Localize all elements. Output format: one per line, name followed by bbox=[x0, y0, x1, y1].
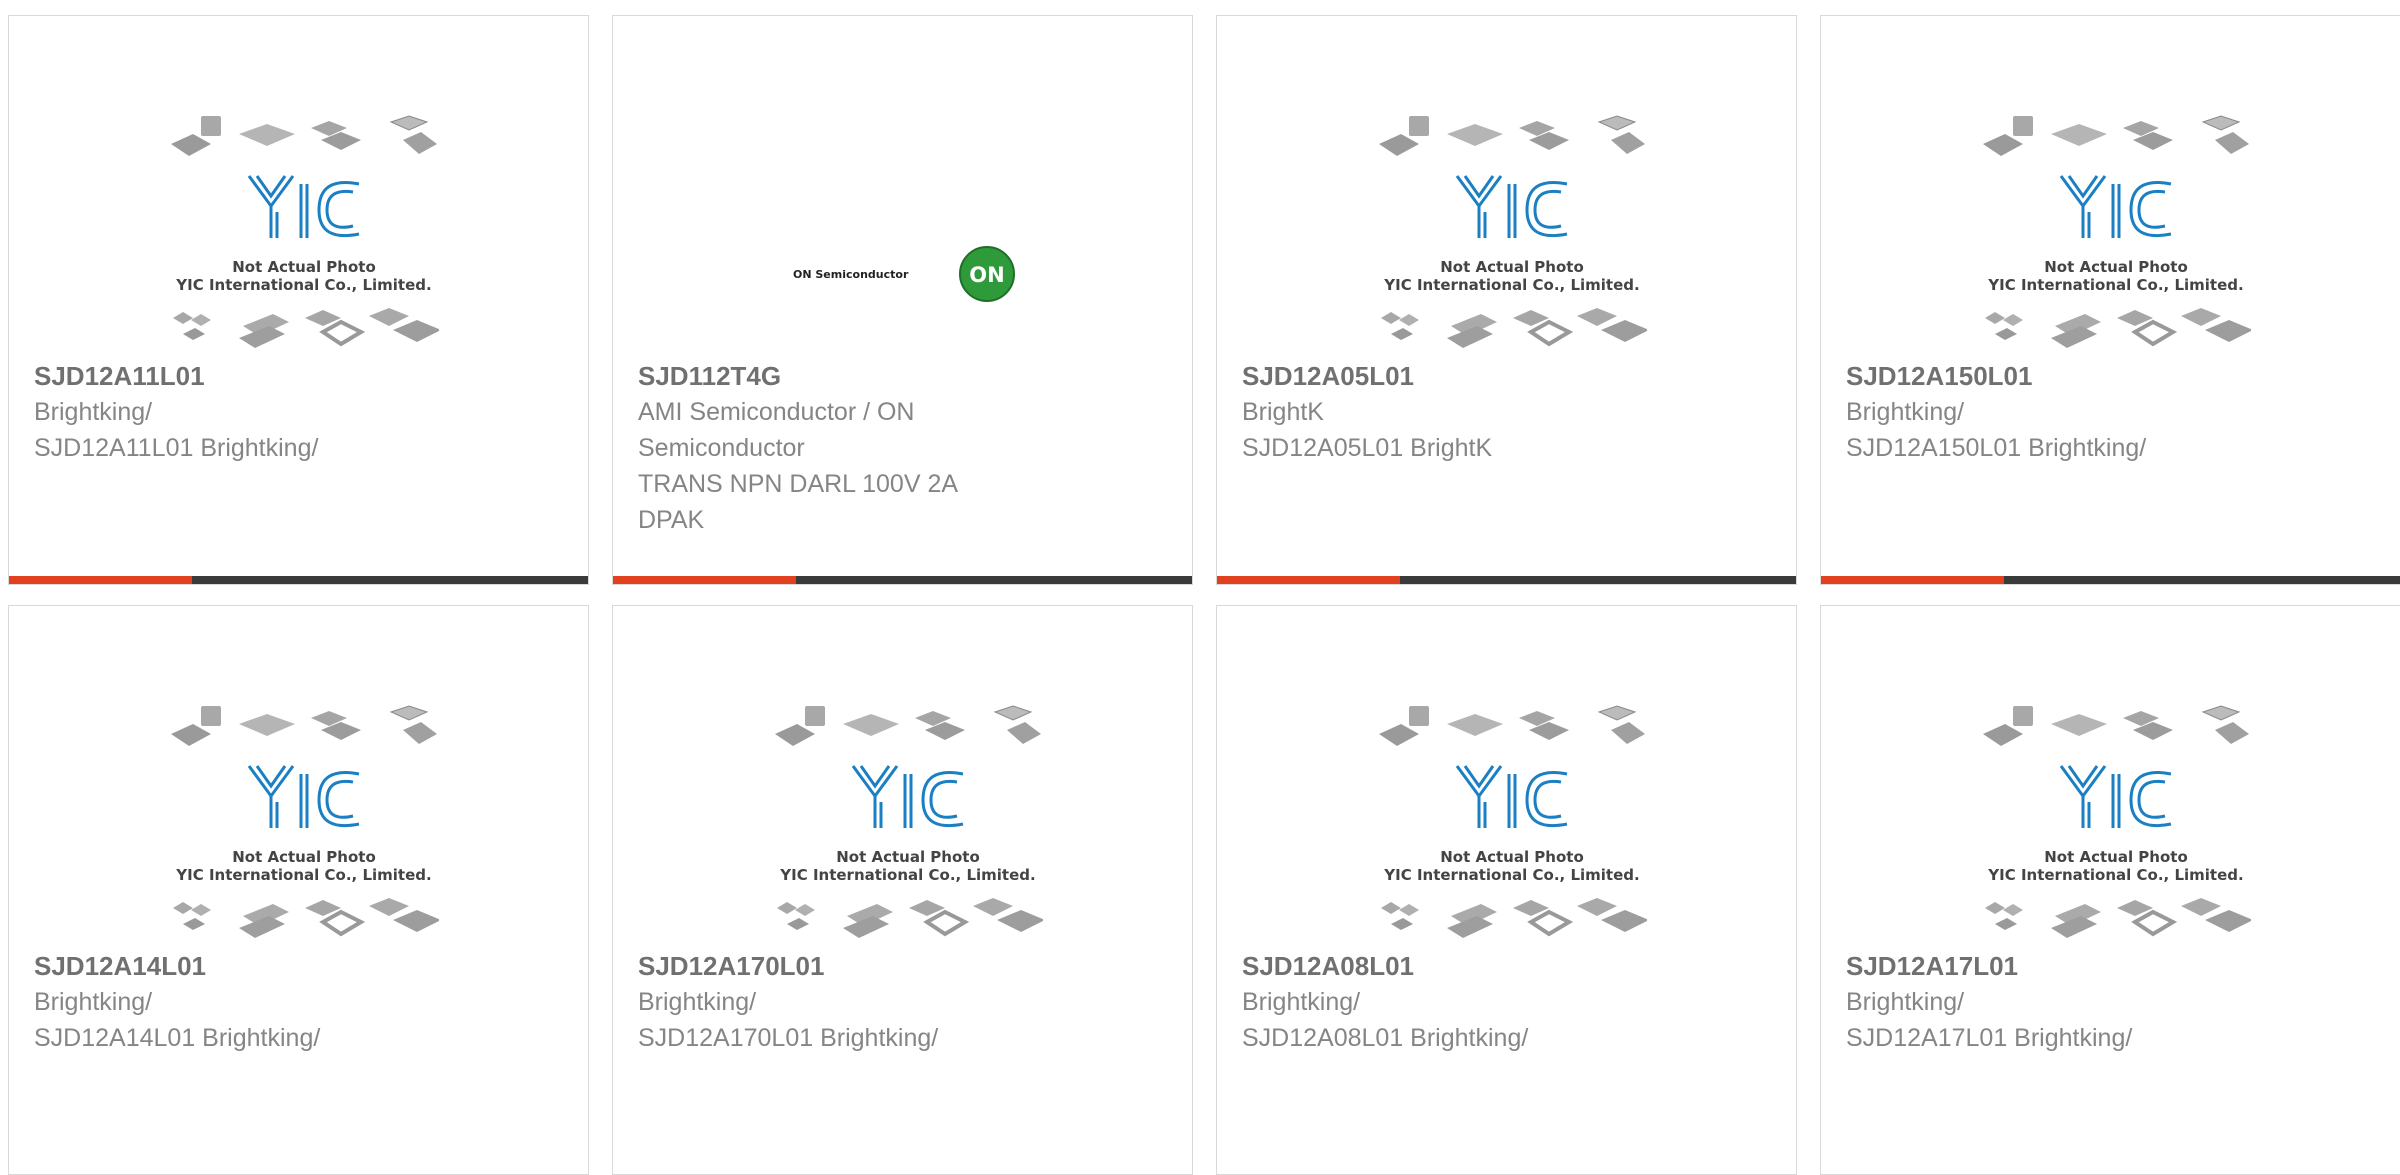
product-name[interactable]: SJD12A150L01 bbox=[1846, 358, 2266, 394]
card-accent-bar bbox=[613, 576, 1192, 584]
product-name[interactable]: SJD12A08L01 bbox=[1242, 948, 1662, 984]
svg-text:Not Actual Photo: Not Actual Photo bbox=[2044, 848, 2188, 866]
svg-text:Not Actual Photo: Not Actual Photo bbox=[232, 848, 376, 866]
product-manufacturer: BrightK bbox=[1242, 398, 1324, 426]
product-card[interactable]: Not Actual Photo YIC International Co., … bbox=[612, 605, 1193, 1175]
svg-text:YIC International Co., Limited: YIC International Co., Limited. bbox=[1383, 866, 1639, 884]
svg-text:Not Actual Photo: Not Actual Photo bbox=[2044, 258, 2188, 276]
product-card[interactable]: Not Actual Photo YIC International Co., … bbox=[1820, 605, 2400, 1175]
product-description-cont: DPAK bbox=[638, 506, 705, 534]
product-card[interactable]: Not Actual Photo YIC International Co., … bbox=[1820, 15, 2400, 585]
product-placeholder-image: Not Actual Photo YIC International Co., … bbox=[1378, 115, 1647, 350]
product-placeholder-image: Not Actual Photo YIC International Co., … bbox=[1378, 705, 1647, 940]
product-placeholder-image: Not Actual Photo YIC International Co., … bbox=[170, 115, 439, 350]
svg-text:ON Semiconductor: ON Semiconductor bbox=[793, 268, 909, 281]
svg-text:ON: ON bbox=[969, 263, 1004, 287]
on-semiconductor-logo: ON Semiconductor ON bbox=[793, 246, 1015, 302]
card-accent-bar bbox=[1217, 576, 1796, 584]
product-manufacturer: Brightking/ bbox=[638, 988, 757, 1016]
svg-text:YIC International Co., Limited: YIC International Co., Limited. bbox=[175, 276, 431, 294]
product-description: SJD12A05L01 BrightK bbox=[1242, 434, 1493, 462]
svg-text:YIC International Co., Limited: YIC International Co., Limited. bbox=[175, 866, 431, 884]
svg-text:Not Actual Photo: Not Actual Photo bbox=[836, 848, 980, 866]
card-accent-bar bbox=[9, 576, 588, 584]
product-name[interactable]: SJD12A170L01 bbox=[638, 948, 1058, 984]
svg-text:Not Actual Photo: Not Actual Photo bbox=[1440, 848, 1584, 866]
product-manufacturer: Brightking/ bbox=[1242, 988, 1361, 1016]
svg-text:YIC International Co., Limited: YIC International Co., Limited. bbox=[1987, 276, 2243, 294]
product-name[interactable]: SJD12A14L01 bbox=[34, 948, 454, 984]
svg-text:YIC International Co., Limited: YIC International Co., Limited. bbox=[779, 866, 1035, 884]
product-placeholder-image: Not Actual Photo YIC International Co., … bbox=[1982, 115, 2251, 350]
product-placeholder-image: Not Actual Photo YIC International Co., … bbox=[1982, 705, 2251, 940]
svg-text:Not Actual Photo: Not Actual Photo bbox=[232, 258, 376, 276]
product-name[interactable]: SJD112T4G bbox=[638, 358, 1058, 394]
product-manufacturer: Brightking/ bbox=[34, 398, 153, 426]
product-manufacturer-cont: Semiconductor bbox=[638, 434, 805, 462]
product-manufacturer: Brightking/ bbox=[1846, 988, 1965, 1016]
product-description: TRANS NPN DARL 100V 2A bbox=[638, 470, 959, 498]
product-card[interactable]: ON Semiconductor ON SJD112T4G AMI Semico… bbox=[612, 15, 1193, 585]
product-card[interactable]: Not Actual Photo YIC International Co., … bbox=[8, 605, 589, 1175]
product-name[interactable]: SJD12A05L01 bbox=[1242, 358, 1662, 394]
product-description: SJD12A170L01 Brightking/ bbox=[638, 1024, 939, 1052]
product-manufacturer: Brightking/ bbox=[1846, 398, 1965, 426]
svg-text:YIC International Co., Limited: YIC International Co., Limited. bbox=[1383, 276, 1639, 294]
card-accent-bar bbox=[1821, 576, 2400, 584]
product-description: SJD12A150L01 Brightking/ bbox=[1846, 434, 2147, 462]
product-placeholder-image: Not Actual Photo YIC International Co., … bbox=[170, 705, 439, 940]
product-manufacturer: AMI Semiconductor / ON bbox=[638, 398, 915, 426]
product-name[interactable]: SJD12A11L01 bbox=[34, 358, 454, 394]
product-name[interactable]: SJD12A17L01 bbox=[1846, 948, 2266, 984]
product-card[interactable]: Not Actual Photo YIC International Co., … bbox=[1216, 605, 1797, 1175]
product-card[interactable]: Not Actual Photo YIC International Co., … bbox=[1216, 15, 1797, 585]
product-manufacturer: Brightking/ bbox=[34, 988, 153, 1016]
product-description: SJD12A17L01 Brightking/ bbox=[1846, 1024, 2133, 1052]
svg-text:YIC International Co., Limited: YIC International Co., Limited. bbox=[1987, 866, 2243, 884]
product-description: SJD12A14L01 Brightking/ bbox=[34, 1024, 321, 1052]
svg-text:Not Actual Photo: Not Actual Photo bbox=[1440, 258, 1584, 276]
product-placeholder-image: Not Actual Photo YIC International Co., … bbox=[774, 705, 1043, 940]
product-description: SJD12A08L01 Brightking/ bbox=[1242, 1024, 1529, 1052]
product-card[interactable]: Not Actual Photo YIC International Co., … bbox=[8, 15, 589, 585]
product-description: SJD12A11L01 Brightking/ bbox=[34, 434, 319, 462]
